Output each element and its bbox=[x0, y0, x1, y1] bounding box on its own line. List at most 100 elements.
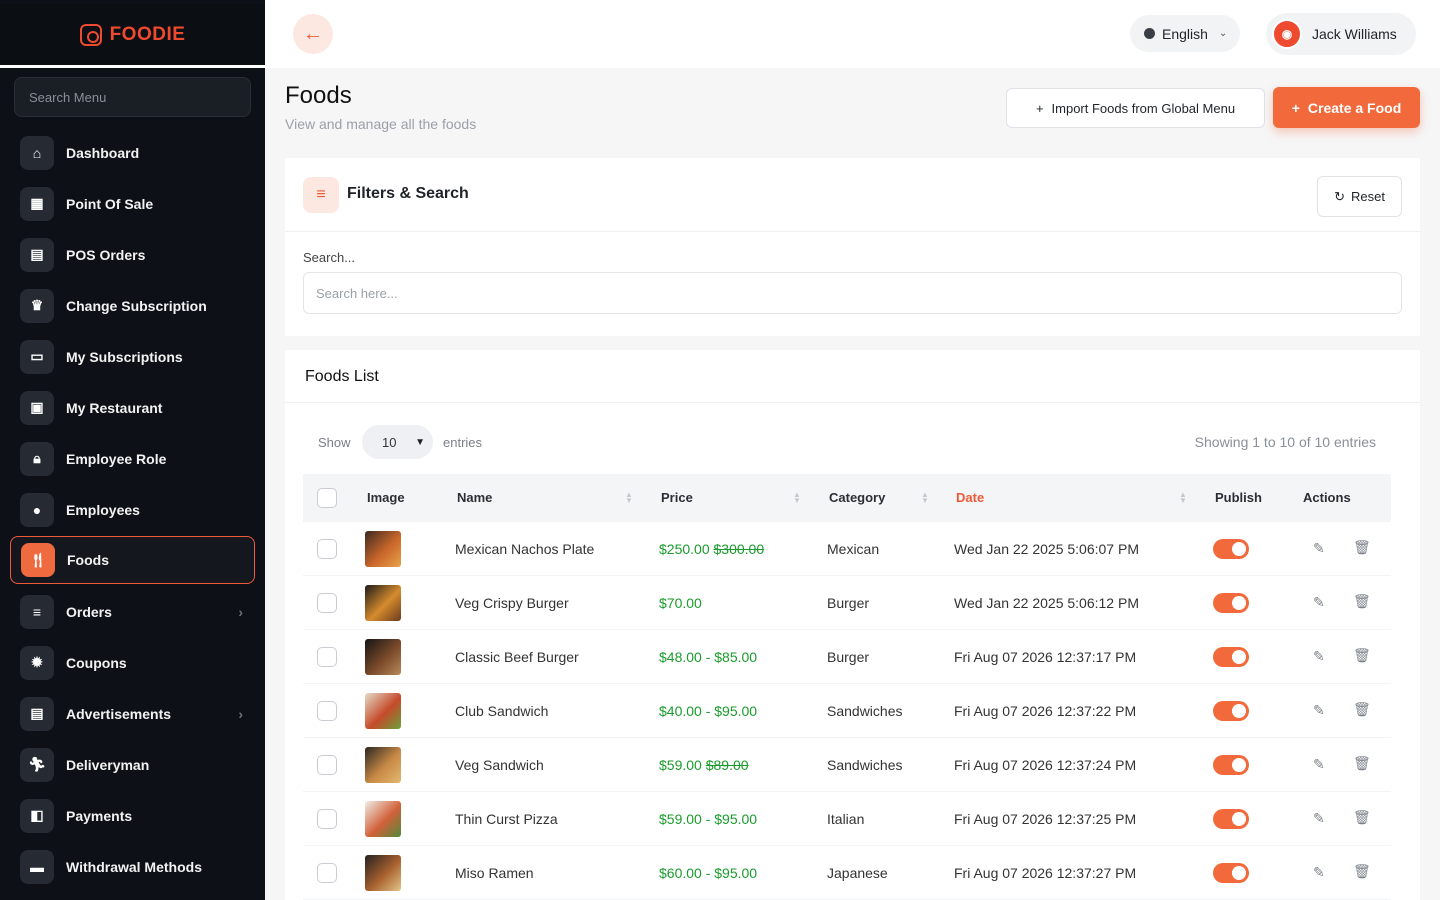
edit-pencil-icon[interactable]: ✎ bbox=[1313, 702, 1325, 719]
sort-icon[interactable]: ▲ ▼ bbox=[921, 491, 929, 505]
trash-icon[interactable]: 🗑︎ bbox=[1353, 539, 1371, 556]
topbar: ← English ⌄ ◉ Jack Williams bbox=[265, 0, 1440, 68]
food-name[interactable]: Classic Beef Burger bbox=[455, 649, 579, 665]
row-checkbox[interactable] bbox=[317, 863, 337, 883]
publish-toggle[interactable] bbox=[1213, 809, 1249, 829]
food-price: $60.00 - $95.00 bbox=[659, 865, 757, 881]
sidebar-item-pos-orders[interactable]: ▤ POS Orders bbox=[0, 229, 265, 280]
trash-icon[interactable]: 🗑︎ bbox=[1353, 701, 1371, 718]
edit-pencil-icon[interactable]: ✎ bbox=[1313, 594, 1325, 611]
food-date: Wed Jan 22 2025 5:06:07 PM bbox=[954, 541, 1139, 557]
sidebar-item-my-subscriptions[interactable]: ▭ My Subscriptions bbox=[0, 331, 265, 382]
row-checkbox[interactable] bbox=[317, 809, 337, 829]
row-checkbox[interactable] bbox=[317, 539, 337, 559]
sidebar-item-withdrawal-methods[interactable]: ▬ Withdrawal Methods bbox=[0, 841, 265, 892]
select-all-checkbox[interactable] bbox=[317, 488, 337, 508]
publish-toggle[interactable] bbox=[1213, 863, 1249, 883]
edit-pencil-icon[interactable]: ✎ bbox=[1313, 648, 1325, 665]
edit-pencil-icon[interactable]: ✎ bbox=[1313, 864, 1325, 881]
page-subtitle: View and manage all the foods bbox=[285, 116, 477, 132]
chevron-down-icon: ▼ bbox=[415, 436, 425, 448]
page-size-select[interactable]: 10 ▼ bbox=[362, 425, 433, 459]
sidebar-item-employee-role[interactable]: 🔒︎ Employee Role bbox=[0, 433, 265, 484]
sort-active-icon[interactable]: ▲ ▼ bbox=[1179, 491, 1187, 505]
column-header-category[interactable]: Category bbox=[829, 490, 885, 505]
create-food-button[interactable]: + Create a Food bbox=[1273, 87, 1420, 128]
search-input[interactable] bbox=[303, 272, 1402, 314]
column-header-name[interactable]: Name bbox=[457, 490, 492, 505]
sidebar-item-dashboard[interactable]: ⌂ Dashboard bbox=[0, 127, 265, 178]
sort-icon[interactable]: ▲ ▼ bbox=[793, 491, 801, 505]
sidebar-item-foods[interactable]: 🍴︎ Foods bbox=[10, 536, 255, 584]
create-food-label: Create a Food bbox=[1307, 99, 1402, 116]
edit-pencil-icon[interactable]: ✎ bbox=[1313, 756, 1325, 773]
sidebar-item-change-subscription[interactable]: ♛ Change Subscription bbox=[0, 280, 265, 331]
food-name[interactable]: Thin Curst Pizza bbox=[455, 811, 558, 827]
sidebar-item-label: Employee Role bbox=[66, 450, 167, 467]
food-category: Japanese bbox=[827, 865, 888, 881]
food-date: Fri Aug 07 2026 12:37:17 PM bbox=[954, 649, 1137, 665]
chevron-down-icon: ⌄ bbox=[1218, 28, 1228, 39]
food-icon: 🍴︎ bbox=[21, 543, 55, 577]
sidebar-item-employees[interactable]: ● Employees bbox=[0, 484, 265, 535]
publish-toggle[interactable] bbox=[1213, 593, 1249, 613]
plus-icon: + bbox=[1035, 100, 1044, 116]
column-header-image: Image bbox=[367, 490, 405, 505]
food-name[interactable]: Miso Ramen bbox=[455, 865, 534, 881]
sidebar-item-label: POS Orders bbox=[66, 246, 146, 263]
filter-icon: ≡ bbox=[303, 177, 339, 213]
column-header-actions: Actions bbox=[1303, 490, 1351, 505]
sidebar-item-deliveryman[interactable]: 🏃︎ Deliveryman bbox=[0, 739, 265, 790]
trash-icon[interactable]: 🗑︎ bbox=[1353, 863, 1371, 880]
food-thumbnail bbox=[365, 747, 401, 783]
sidebar-item-label: Dashboard bbox=[66, 144, 140, 161]
table-row: Thin Curst Pizza $59.00 - $95.00 Italian… bbox=[303, 792, 1391, 846]
edit-pencil-icon[interactable]: ✎ bbox=[1313, 540, 1325, 557]
column-header-date[interactable]: Date bbox=[956, 490, 984, 505]
food-price: $40.00 - $95.00 bbox=[659, 703, 757, 719]
row-checkbox[interactable] bbox=[317, 647, 337, 667]
sidebar-item-point-of-sale[interactable]: ▦ Point Of Sale bbox=[0, 178, 265, 229]
trash-icon[interactable]: 🗑︎ bbox=[1353, 755, 1371, 772]
import-foods-label: Import Foods from Global Menu bbox=[1051, 100, 1236, 116]
trash-icon[interactable]: 🗑︎ bbox=[1353, 809, 1371, 826]
sidebar-item-label: Deliveryman bbox=[66, 756, 150, 773]
publish-toggle[interactable] bbox=[1213, 701, 1249, 721]
food-name[interactable]: Club Sandwich bbox=[455, 703, 548, 719]
sidebar-item-orders[interactable]: ≡ Orders › bbox=[0, 586, 265, 637]
search-label: Search... bbox=[303, 250, 356, 265]
sidebar-item-my-restaurant[interactable]: ▣ My Restaurant bbox=[0, 382, 265, 433]
trash-icon[interactable]: 🗑︎ bbox=[1353, 647, 1371, 664]
publish-toggle[interactable] bbox=[1213, 539, 1249, 559]
trash-icon[interactable]: 🗑︎ bbox=[1353, 593, 1371, 610]
food-price: $250.00 $300.00 bbox=[659, 541, 764, 557]
reset-label: Reset bbox=[1350, 189, 1385, 204]
food-name[interactable]: Veg Sandwich bbox=[455, 757, 544, 773]
user-menu[interactable]: ◉ Jack Williams bbox=[1266, 13, 1416, 55]
brand[interactable]: FOODIE bbox=[0, 4, 265, 68]
row-checkbox[interactable] bbox=[317, 755, 337, 775]
sort-icon[interactable]: ▲ ▼ bbox=[625, 491, 633, 505]
price-old: $89.00 bbox=[705, 757, 749, 773]
row-checkbox[interactable] bbox=[317, 701, 337, 721]
sidebar-item-payments[interactable]: ◧ Payments bbox=[0, 790, 265, 841]
sidebar-search-input[interactable]: Search Menu bbox=[14, 77, 251, 117]
food-name[interactable]: Veg Crispy Burger bbox=[455, 595, 569, 611]
back-arrow-button[interactable]: ← bbox=[293, 14, 333, 54]
sidebar-item-advertisements[interactable]: ▤ Advertisements › bbox=[0, 688, 265, 739]
column-header-price[interactable]: Price bbox=[661, 490, 693, 505]
badge-icon: ✹ bbox=[20, 645, 54, 680]
table-row: Classic Beef Burger $48.00 - $85.00 Burg… bbox=[303, 630, 1391, 684]
publish-toggle[interactable] bbox=[1213, 755, 1249, 775]
edit-pencil-icon[interactable]: ✎ bbox=[1313, 810, 1325, 827]
sidebar-item-coupons[interactable]: ✹ Coupons bbox=[0, 637, 265, 688]
language-selector[interactable]: English ⌄ bbox=[1130, 15, 1240, 52]
reset-button[interactable]: ↻ Reset bbox=[1317, 176, 1402, 217]
row-checkbox[interactable] bbox=[317, 593, 337, 613]
food-category: Mexican bbox=[827, 541, 880, 557]
import-foods-button[interactable]: + Import Foods from Global Menu bbox=[1006, 88, 1265, 128]
runner-icon: 🏃︎ bbox=[20, 747, 54, 782]
publish-toggle[interactable] bbox=[1213, 647, 1249, 667]
table-row: Veg Sandwich $59.00 $89.00 Sandwiches Fr… bbox=[303, 738, 1391, 792]
food-name[interactable]: Mexican Nachos Plate bbox=[455, 541, 594, 557]
